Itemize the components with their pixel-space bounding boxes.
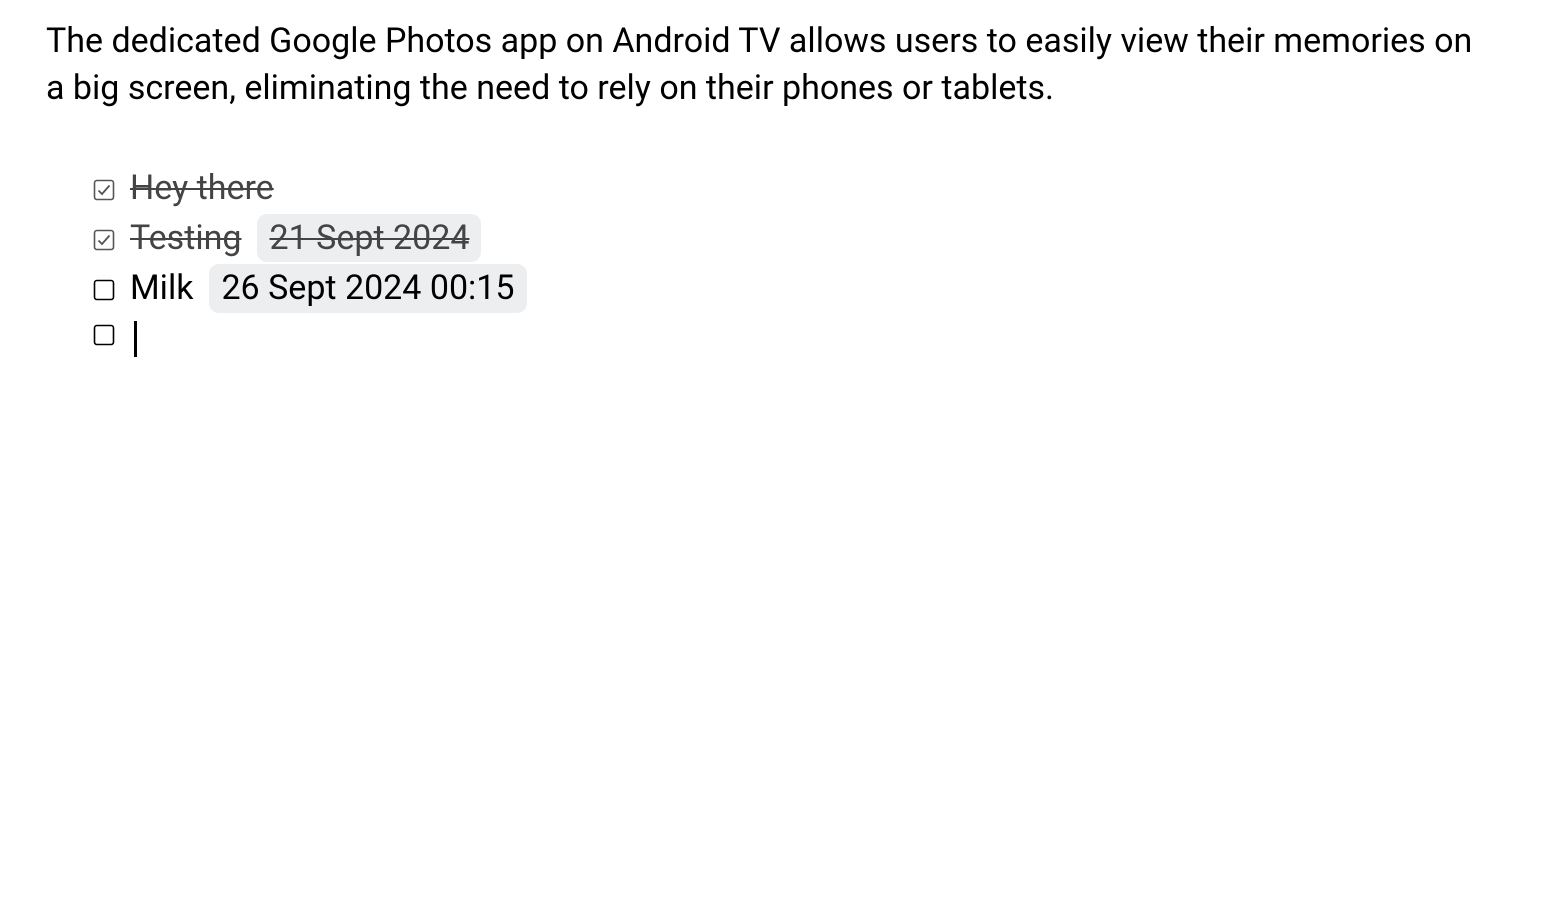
- check-item-label[interactable]: Testing: [130, 214, 241, 262]
- checkbox-unchecked-icon[interactable]: [92, 323, 116, 347]
- checkbox-checked-icon[interactable]: [92, 228, 116, 252]
- checklist: Hey there Testing 21 Sept 2024 Milk 26 S…: [46, 164, 1498, 351]
- text-cursor: [134, 321, 137, 357]
- check-item-label[interactable]: Milk: [130, 264, 193, 312]
- check-item[interactable]: Testing 21 Sept 2024: [92, 214, 1498, 262]
- check-item-label[interactable]: Hey there: [130, 164, 274, 212]
- check-item[interactable]: [92, 315, 1498, 351]
- checkbox-unchecked-icon[interactable]: [92, 278, 116, 302]
- check-item[interactable]: Hey there: [92, 164, 1498, 212]
- date-chip[interactable]: 21 Sept 2024: [257, 214, 481, 262]
- date-chip[interactable]: 26 Sept 2024 00:15: [209, 264, 526, 312]
- intro-paragraph[interactable]: The dedicated Google Photos app on Andro…: [46, 18, 1498, 112]
- check-item[interactable]: Milk 26 Sept 2024 00:15: [92, 264, 1498, 312]
- checkbox-checked-icon[interactable]: [92, 178, 116, 202]
